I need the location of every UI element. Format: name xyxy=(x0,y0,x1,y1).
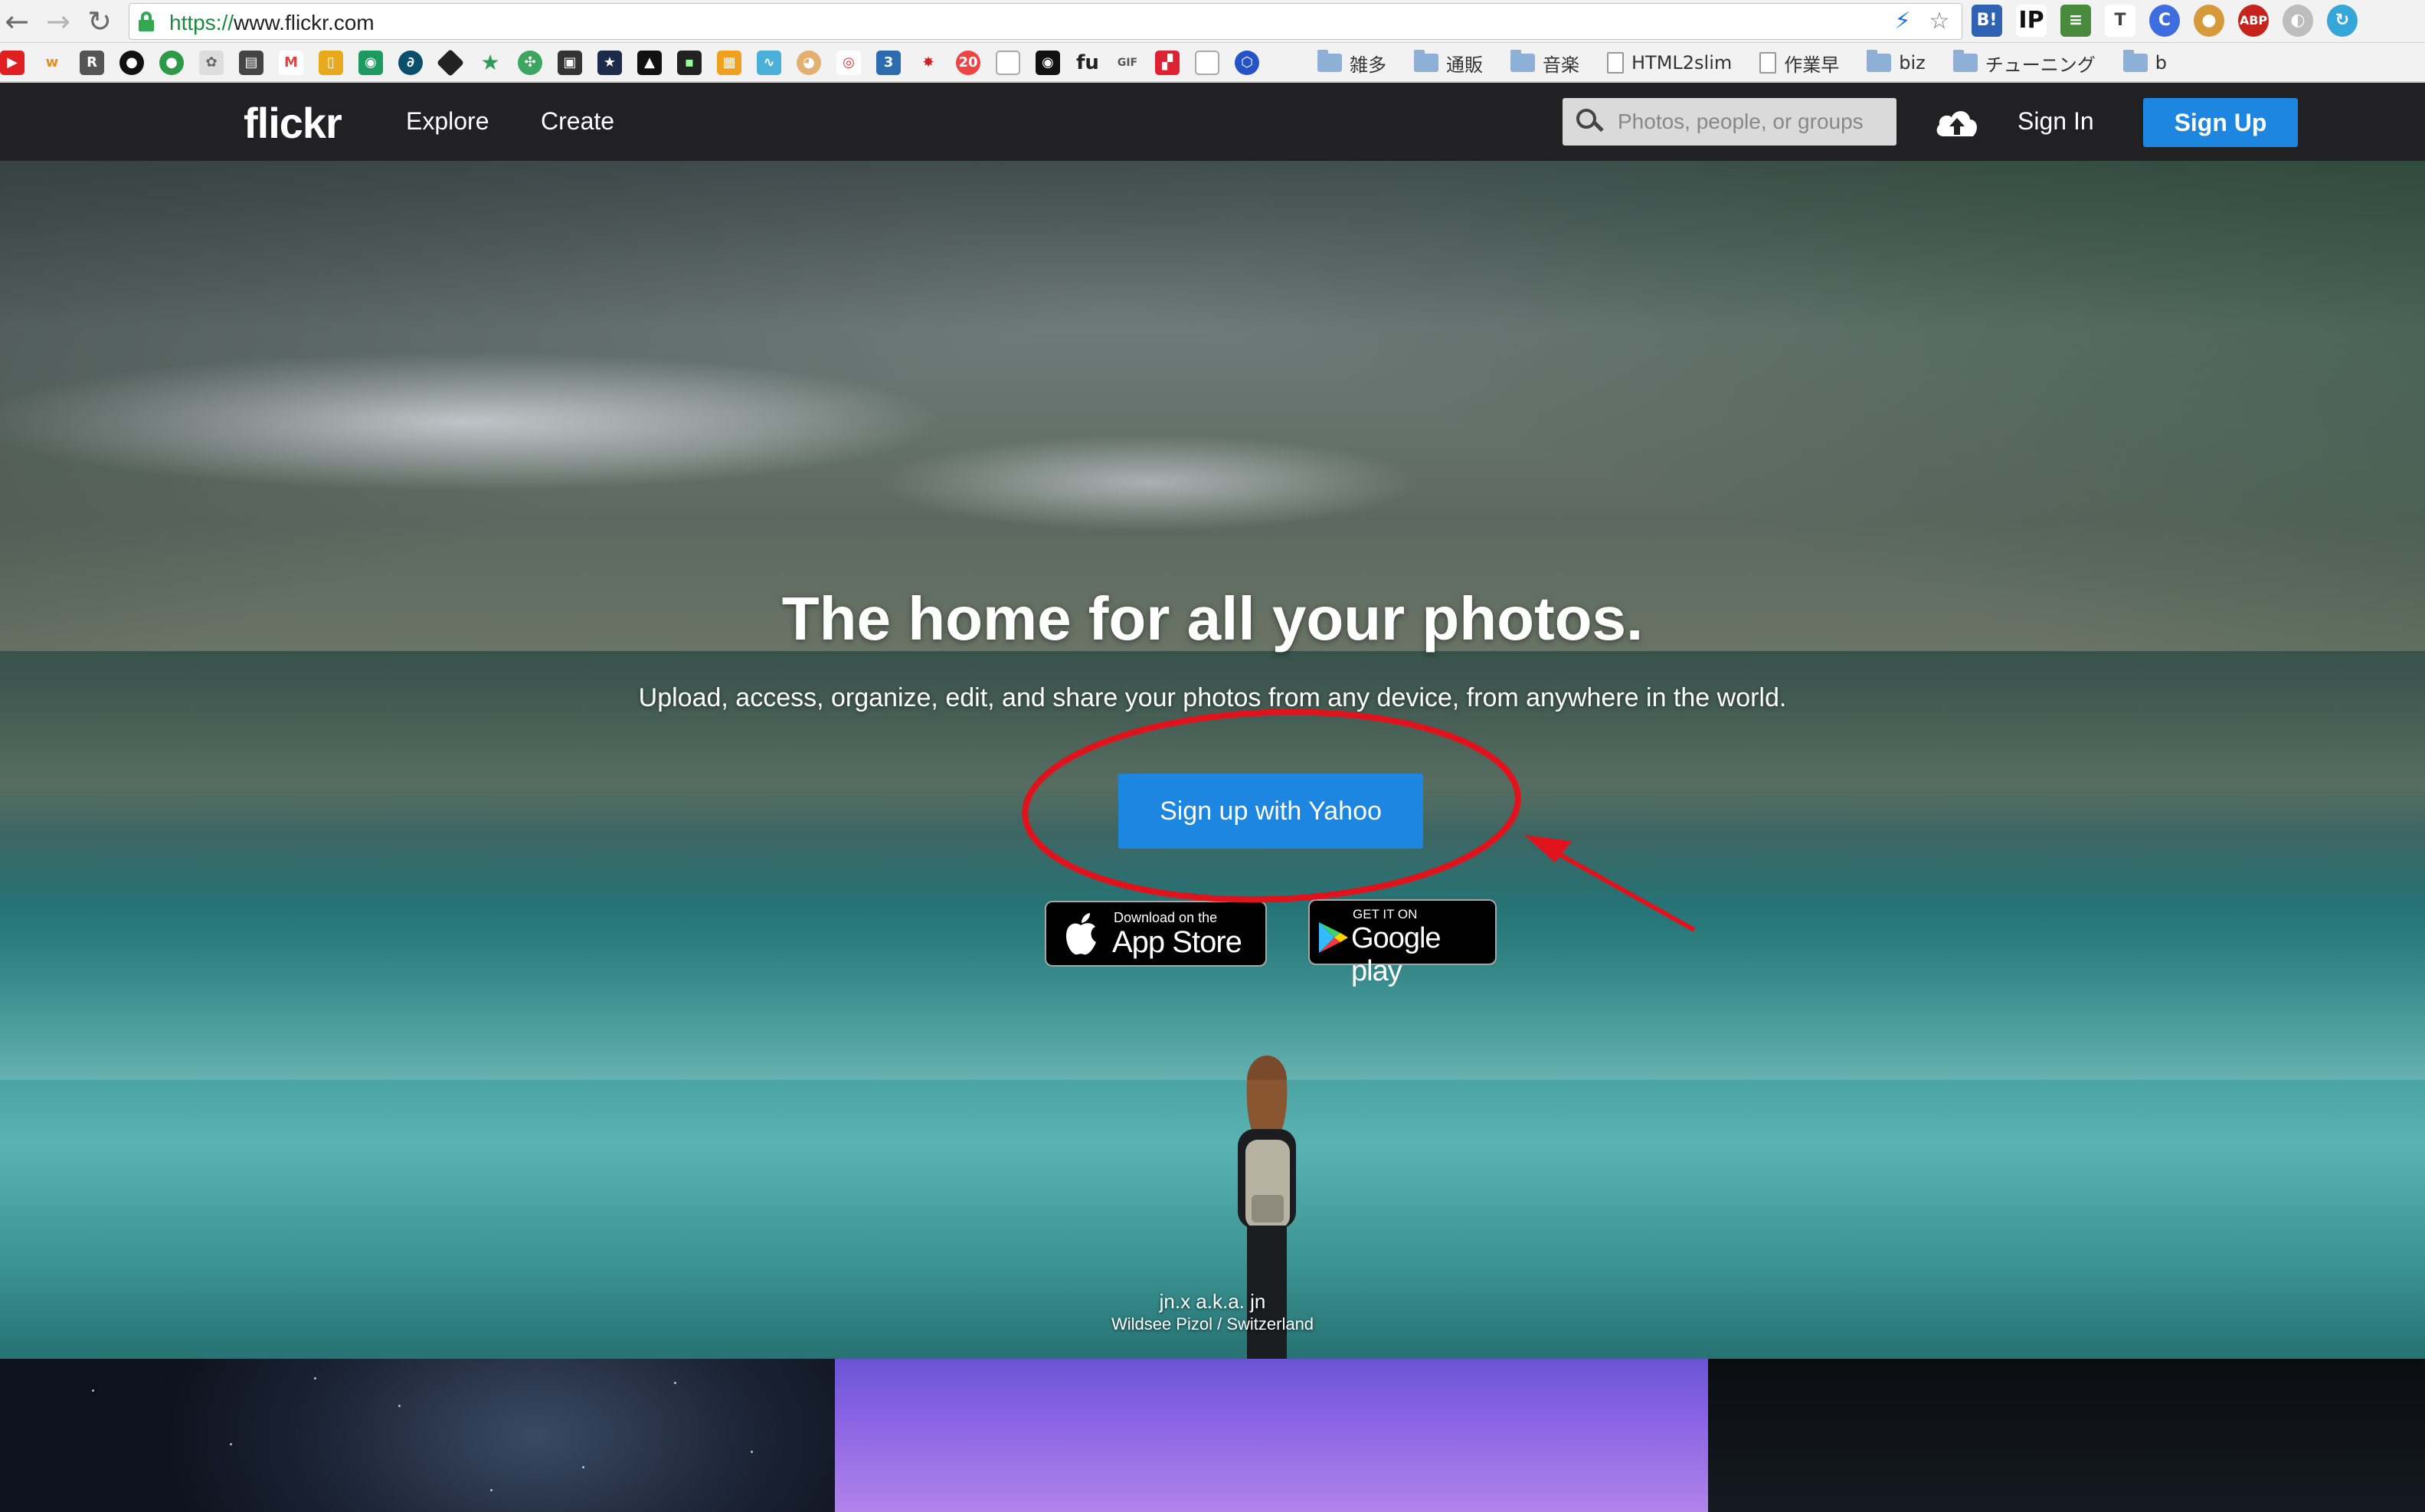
google-play-button[interactable]: GET IT ON Google play xyxy=(1308,899,1497,987)
css-icon[interactable]: 3 xyxy=(876,51,901,75)
note-icon[interactable]: ▯ xyxy=(319,51,343,75)
search-input[interactable] xyxy=(1618,106,1886,137)
sign-up-button[interactable]: Sign Up xyxy=(2143,98,2298,147)
star-box-icon[interactable]: ★ xyxy=(597,51,622,75)
page-icon xyxy=(1759,52,1777,74)
bookmark-folder[interactable]: 雑多 xyxy=(1317,49,1386,77)
reload-icon[interactable]: ↻ xyxy=(84,6,115,37)
bookmark-folder[interactable]: 音楽 xyxy=(1510,49,1579,77)
google-play-big-text: Google play xyxy=(1351,922,1442,987)
folder-icon xyxy=(1317,50,1342,72)
mountain-icon[interactable]: ▲ xyxy=(637,51,662,75)
r-icon[interactable]: R xyxy=(80,51,104,75)
photo-credit-location: Wildsee Pizol / Switzerland xyxy=(1111,1314,1314,1334)
back-icon[interactable]: ← xyxy=(2,6,32,37)
google-play-icon xyxy=(1319,922,1348,953)
photo-credit-name[interactable]: jn.x a.k.a. jn xyxy=(0,1290,2425,1314)
chatgpt-icon[interactable]: ✣ xyxy=(518,51,542,75)
photo-thumbnail[interactable] xyxy=(835,1359,1708,1512)
google-play-small-text: GET IT ON xyxy=(1353,907,1418,921)
gmail-icon[interactable]: M xyxy=(279,51,303,75)
gif-icon[interactable]: GIF xyxy=(1115,51,1140,75)
forward-icon[interactable]: → xyxy=(43,6,74,37)
eye-icon[interactable]: ◎ xyxy=(836,51,861,75)
bookmark-folder[interactable]: 通販 xyxy=(1414,49,1483,77)
sign-in-link[interactable]: Sign In xyxy=(2018,107,2094,136)
swirl-icon[interactable]: ∂ xyxy=(398,51,423,75)
hero-section: The home for all your photos. Upload, ac… xyxy=(0,161,2425,1359)
blank-page-icon[interactable] xyxy=(1195,51,1219,75)
lock-icon xyxy=(139,11,154,31)
bookmark-folder[interactable]: b xyxy=(2122,49,2167,77)
address-bar[interactable]: https://www.flickr.com ⚡ ☆ xyxy=(129,3,1962,40)
folder-icon xyxy=(1867,50,1892,72)
folder-icon xyxy=(1414,50,1438,72)
app-store-big-text: App Store xyxy=(1112,925,1242,959)
nav-explore[interactable]: Explore xyxy=(406,107,489,136)
url-text: https://www.flickr.com xyxy=(169,11,375,34)
terminal-icon[interactable]: ▪ xyxy=(677,51,702,75)
site-header: flickr Explore Create Sign In Sign Up xyxy=(0,83,2425,161)
search-box xyxy=(1563,98,1896,146)
star-icon[interactable]: ☆ xyxy=(1926,8,1952,34)
sign-up-with-yahoo-button[interactable]: Sign up with Yahoo xyxy=(1118,774,1423,849)
feed-icon[interactable]: ≡ xyxy=(2060,5,2091,37)
adblock-icon[interactable]: ABP xyxy=(2238,5,2269,37)
search-icon[interactable] xyxy=(1576,109,1604,136)
lake-reflection xyxy=(0,651,2425,1080)
hero-headline: The home for all your photos. xyxy=(781,584,1644,653)
badge-20-icon[interactable]: 20 xyxy=(956,51,980,75)
circle-c-icon[interactable]: C xyxy=(2149,5,2180,37)
page-icon[interactable] xyxy=(996,51,1020,75)
shield-icon[interactable]: ▣ xyxy=(558,51,582,75)
camera-icon[interactable]: ◉ xyxy=(1036,51,1060,75)
fu-icon[interactable]: fu xyxy=(1075,51,1100,75)
bookmark-link[interactable]: HTML2slim xyxy=(1607,49,1732,77)
box-icon[interactable]: ▦ xyxy=(717,51,741,75)
search-green-icon[interactable]: ◉ xyxy=(358,51,383,75)
flickr-logo[interactable]: flickr xyxy=(244,98,342,148)
refresh-badge-icon[interactable]: ↻ xyxy=(2327,5,2358,37)
diamond-icon[interactable] xyxy=(436,48,465,77)
github-icon[interactable]: ● xyxy=(119,51,144,75)
cat-icon[interactable]: ◕ xyxy=(797,51,821,75)
folder-icon xyxy=(1510,50,1535,72)
cookie-icon[interactable]: ● xyxy=(2194,5,2224,37)
green-star-icon[interactable]: ★ xyxy=(478,51,502,75)
extension-icons: B! IP ≡ T C ● ABP ◐ ↻ xyxy=(1972,5,2358,37)
photo-thumbnail[interactable] xyxy=(1708,1359,2425,1512)
lightning-icon[interactable]: ⚡ xyxy=(1890,8,1916,34)
youtube-icon[interactable]: ▶ xyxy=(0,51,25,75)
github-green-icon[interactable]: ● xyxy=(159,51,184,75)
page-icon xyxy=(1607,52,1624,74)
rabbit-icon[interactable]: ✿ xyxy=(199,51,224,75)
hero-subheadline: Upload, access, organize, edit, and shar… xyxy=(638,683,1787,712)
wave-icon[interactable]: ∿ xyxy=(757,51,781,75)
app-store-button[interactable]: Download on the App Store xyxy=(1045,901,1267,967)
apple-icon xyxy=(1066,913,1096,955)
browser-toolbar: ← → ↻ https://www.flickr.com ⚡ ☆ B! IP ≡… xyxy=(0,0,2425,43)
mountain-background xyxy=(0,161,2425,651)
folder-icon xyxy=(1952,50,1978,72)
hexagon-icon[interactable]: ⬡ xyxy=(1235,51,1259,75)
ghost-icon[interactable]: ◐ xyxy=(2283,5,2313,37)
bug-icon[interactable]: ✸ xyxy=(916,51,941,75)
hatena-bookmark-icon[interactable]: B! xyxy=(1972,5,2002,37)
text-icon[interactable]: T xyxy=(2105,5,2135,37)
folder-icon xyxy=(2122,50,2148,72)
bookmarks-bar: ▶ w R ● ● ✿ ▤ M ▯ ◉ ∂ ★ ✣ ▣ ★ ▲ ▪ ▦ ∿ ◕ … xyxy=(0,43,2425,83)
upload-cloud-icon[interactable] xyxy=(1933,103,1981,141)
jar-icon[interactable]: ▤ xyxy=(239,51,263,75)
photo-thumbnail[interactable] xyxy=(0,1359,835,1512)
bookmark-folder[interactable]: biz xyxy=(1867,49,1926,77)
palette-icon[interactable]: ▞ xyxy=(1155,51,1180,75)
bookmark-link[interactable]: 作業早 xyxy=(1759,49,1839,77)
ip-icon[interactable]: IP xyxy=(2016,5,2047,37)
w-icon[interactable]: w xyxy=(40,51,64,75)
app-store-small-text: Download on the xyxy=(1114,910,1218,925)
photo-strip xyxy=(0,1359,2425,1512)
bookmark-folder[interactable]: チューニング xyxy=(1952,49,2096,77)
nav-create[interactable]: Create xyxy=(541,107,614,136)
